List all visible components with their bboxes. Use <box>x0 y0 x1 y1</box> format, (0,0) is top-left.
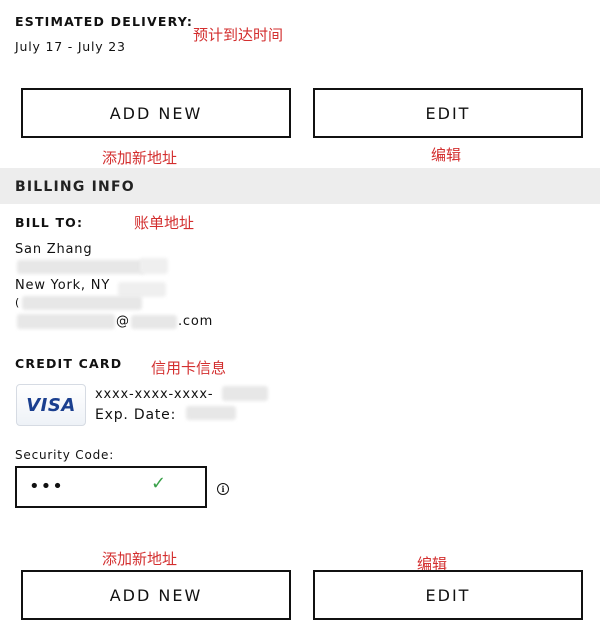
shipping-add-new-button[interactable]: ADD NEW <box>21 88 291 138</box>
card-last-four-redacted <box>222 386 268 401</box>
billing-info-title: BILLING INFO <box>15 179 135 195</box>
credit-card-label: CREDIT CARD <box>15 356 123 371</box>
phone-prefix: ( <box>15 296 21 309</box>
card-number-masked: xxxx-xxxx-xxxx- <box>95 387 214 402</box>
shipping-edit-annotation: 编辑 <box>431 146 462 164</box>
info-icon[interactable]: i <box>217 483 229 495</box>
address-line-redacted <box>17 260 145 274</box>
billing-city-state: New York, NY <box>15 278 111 293</box>
shipping-add-new-annotation: 添加新地址 <box>102 149 178 167</box>
billing-add-new-annotation: 添加新地址 <box>102 550 178 568</box>
security-code-value: ••• <box>29 476 64 497</box>
credit-card-annotation: 信用卡信息 <box>151 359 227 377</box>
visa-card-icon: VISA <box>16 384 86 426</box>
visa-brand-text: VISA <box>26 394 76 416</box>
bill-to-annotation: 账单地址 <box>134 214 195 232</box>
delivery-annotation: 预计到达时间 <box>193 26 284 44</box>
email-suffix: .com <box>178 314 214 329</box>
email-user-redacted <box>17 314 115 329</box>
bill-to-label: BILL TO: <box>15 215 84 230</box>
billing-edit-button[interactable]: EDIT <box>313 570 583 620</box>
zip-redacted <box>118 282 166 297</box>
billing-name: San Zhang <box>15 242 93 257</box>
exp-date-label: Exp. Date: <box>95 407 177 423</box>
phone-redacted <box>22 296 142 310</box>
security-code-label: Security Code: <box>15 448 115 462</box>
billing-add-new-button[interactable]: ADD NEW <box>21 570 291 620</box>
email-at-sign: @ <box>116 314 130 329</box>
shipping-edit-button[interactable]: EDIT <box>313 88 583 138</box>
address-line-redacted-2 <box>140 258 168 274</box>
security-code-input[interactable]: ••• ✓ <box>15 466 207 508</box>
exp-date-redacted <box>186 406 236 420</box>
delivery-dates: July 17 - July 23 <box>15 39 126 54</box>
checkmark-icon: ✓ <box>151 473 167 494</box>
email-domain-redacted <box>131 315 177 329</box>
estimated-delivery-label: ESTIMATED DELIVERY: <box>15 14 194 29</box>
